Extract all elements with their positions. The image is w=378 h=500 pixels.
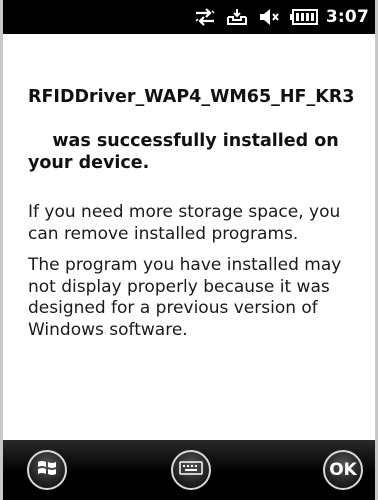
bottom-softkey-bar: OK <box>3 440 375 500</box>
left-frame-border <box>0 0 3 500</box>
storage-info-text: If you need more storage space, you can … <box>28 202 341 244</box>
install-success-text: was successfully installed on your devic… <box>28 131 345 173</box>
start-button[interactable] <box>27 450 67 490</box>
keyboard-button[interactable] <box>171 450 211 490</box>
compatibility-warning-text: The program you have installed may not d… <box>28 255 342 340</box>
ok-button[interactable]: OK <box>323 450 363 490</box>
clock-time[interactable]: 3:07 <box>326 7 369 27</box>
windows-start-icon <box>35 456 59 484</box>
installed-program-name: RFIDDriver_WAP4_WM65_HF_KR3 <box>28 87 355 107</box>
sync-arrows-icon[interactable] <box>194 8 216 26</box>
speaker-off-icon[interactable] <box>258 8 280 26</box>
status-bar: 3:07 <box>3 0 375 34</box>
battery-icon[interactable] <box>289 9 318 25</box>
keyboard-icon <box>179 460 203 480</box>
message-content: RFIDDriver_WAP4_WM65_HF_KR3 was successf… <box>28 42 364 341</box>
install-success-title: RFIDDriver_WAP4_WM65_HF_KR3 was successf… <box>28 42 364 196</box>
inbox-icon[interactable] <box>226 8 248 26</box>
